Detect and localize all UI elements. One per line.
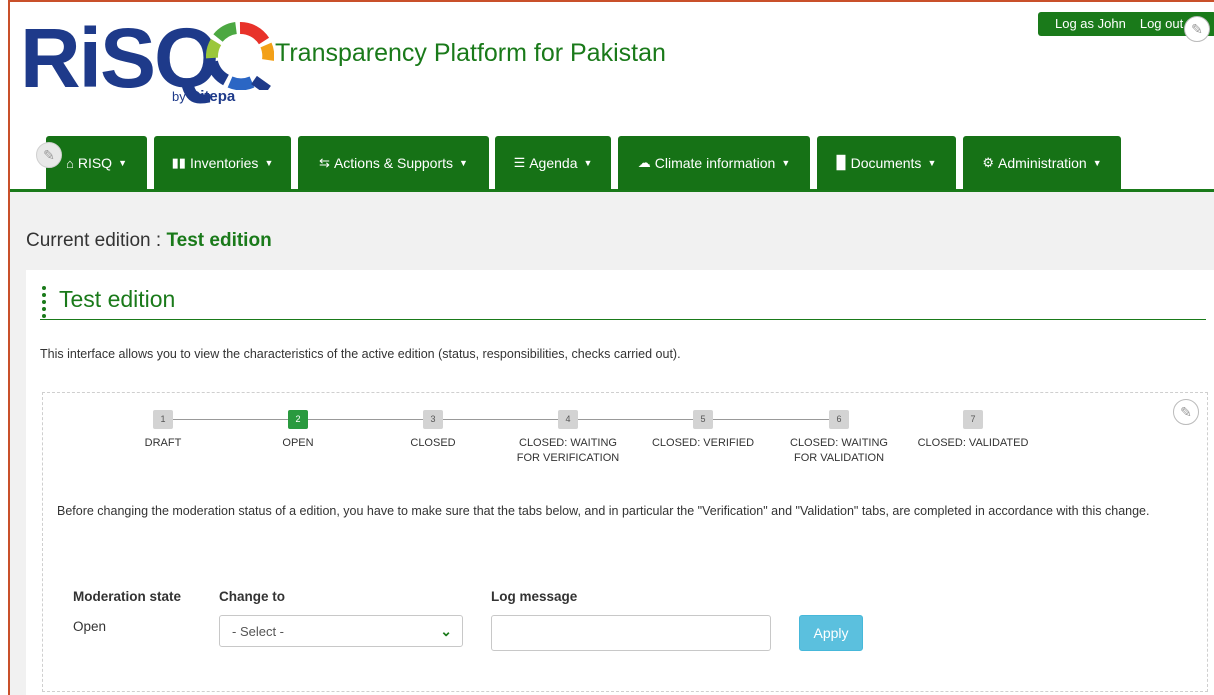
step-7-label: CLOSED: VALIDATED <box>917 437 1029 449</box>
nav-label: Documents <box>850 155 922 171</box>
select-value: - Select - <box>232 624 285 639</box>
step-3-label: CLOSED <box>410 437 456 449</box>
chevron-down-icon: ⌄ <box>440 623 452 639</box>
nav-label: RISQ <box>77 155 113 171</box>
site-title[interactable]: Transparency Platform for Pakistan <box>275 39 666 68</box>
nav-label: Administration <box>998 155 1087 171</box>
nav-label: Actions & Supports <box>333 155 454 171</box>
nav-item-risq[interactable]: ⌂ RISQ ▼ <box>46 136 147 190</box>
title-divider <box>40 319 1206 320</box>
step-6-marker: 6 <box>829 410 849 429</box>
step-2-label: OPEN <box>282 437 314 449</box>
bar-chart-icon: ▮▮ <box>171 155 186 170</box>
nav-label: Agenda <box>529 155 578 171</box>
step-4-label: CLOSED: WAITING FOR VERIFICATION <box>516 437 620 464</box>
cloud-icon: ☁ <box>637 155 651 170</box>
caret-down-icon: ▼ <box>459 158 468 168</box>
list-icon: ☰ <box>513 155 526 170</box>
change-to-select[interactable]: - Select - ⌄ <box>219 615 463 647</box>
logo-byline: by Citepa <box>172 88 235 105</box>
moderation-box: ✎ 1 DRAFT 2 OPEN 3 CLOSED 4 CLOSED: WAIT… <box>42 392 1208 692</box>
nav-item-administration[interactable]: ⚙ Administration ▼ <box>963 136 1121 190</box>
current-edition-label: Current edition : <box>26 230 162 251</box>
current-edition-heading: Current edition : Test edition <box>26 230 272 252</box>
book-icon: ▉ <box>836 155 847 170</box>
edit-pencil-icon[interactable]: ✎ <box>36 142 62 168</box>
risq-logo[interactable]: RiSQ by Citepa <box>20 16 274 106</box>
caret-down-icon: ▼ <box>118 158 127 168</box>
step-1-marker: 1 <box>153 410 173 429</box>
gear-icon: ⚙ <box>982 155 995 170</box>
edit-pencil-icon[interactable]: ✎ <box>1184 16 1210 42</box>
caret-down-icon: ▼ <box>781 158 791 168</box>
step-6-label: CLOSED: WAITING FOR VALIDATION <box>790 437 888 464</box>
logout-link[interactable]: Log out <box>1140 16 1183 31</box>
logo-ring-icon <box>206 22 274 90</box>
site-header: RiSQ by Citepa Transparency Platform for… <box>10 2 1214 192</box>
moderation-state-value: Open <box>73 619 107 634</box>
page-frame: RiSQ by Citepa Transparency Platform for… <box>8 0 1214 695</box>
moderation-state-label: Moderation state <box>73 589 182 604</box>
step-3-marker: 3 <box>423 410 443 429</box>
logo-brand: Citepa <box>189 88 236 105</box>
step-7-marker: 7 <box>963 410 983 429</box>
step-2-marker: 2 <box>288 410 308 429</box>
step-5-label: CLOSED: VERIFIED <box>651 437 755 449</box>
main-nav: ⌂ RISQ ▼ ▮▮ Inventories ▼ ⇆ Actions & Support… <box>10 136 1214 190</box>
title-dots-decoration <box>42 286 46 318</box>
panel-title: Test edition <box>59 286 176 312</box>
change-to-label: Change to <box>219 589 285 604</box>
current-edition-value: Test edition <box>166 230 272 251</box>
nav-item-actions-supports[interactable]: ⇆ Actions & Supports ▼ <box>298 136 489 190</box>
apply-button[interactable]: Apply <box>799 615 863 651</box>
nav-label: Inventories <box>189 155 259 171</box>
status-stepper: 1 DRAFT 2 OPEN 3 CLOSED 4 CLOSED: WAITIN… <box>43 409 1043 469</box>
caret-down-icon: ▼ <box>264 158 274 168</box>
logo-by-text: by <box>172 89 186 104</box>
nav-item-inventories[interactable]: ▮▮ Inventories ▼ <box>154 136 291 190</box>
edition-panel: Test edition This interface allows you t… <box>26 270 1214 695</box>
intro-text: This interface allows you to view the ch… <box>40 347 681 361</box>
step-1-label: DRAFT <box>144 437 182 449</box>
caret-down-icon: ▼ <box>1092 158 1102 168</box>
step-5-marker: 5 <box>693 410 713 429</box>
stepper-track <box>165 419 835 420</box>
log-message-label: Log message <box>491 589 578 604</box>
nav-item-agenda[interactable]: ☰ Agenda ▼ <box>495 136 611 190</box>
caret-down-icon: ▼ <box>927 158 937 168</box>
nav-item-climate-information[interactable]: ☁ Climate information ▼ <box>618 136 810 190</box>
nav-item-documents[interactable]: ▉ Documents ▼ <box>817 136 956 190</box>
home-icon: ⌂ <box>65 155 74 171</box>
edit-pencil-icon[interactable]: ✎ <box>1173 399 1199 425</box>
login-as-link[interactable]: Log as John <box>1055 16 1126 31</box>
log-message-input[interactable] <box>491 615 771 651</box>
caret-down-icon: ▼ <box>583 158 593 168</box>
nav-label: Climate information <box>654 155 776 171</box>
moderation-warning: Before changing the moderation status of… <box>57 504 1150 518</box>
step-4-marker: 4 <box>558 410 578 429</box>
exchange-icon: ⇆ <box>319 155 330 170</box>
